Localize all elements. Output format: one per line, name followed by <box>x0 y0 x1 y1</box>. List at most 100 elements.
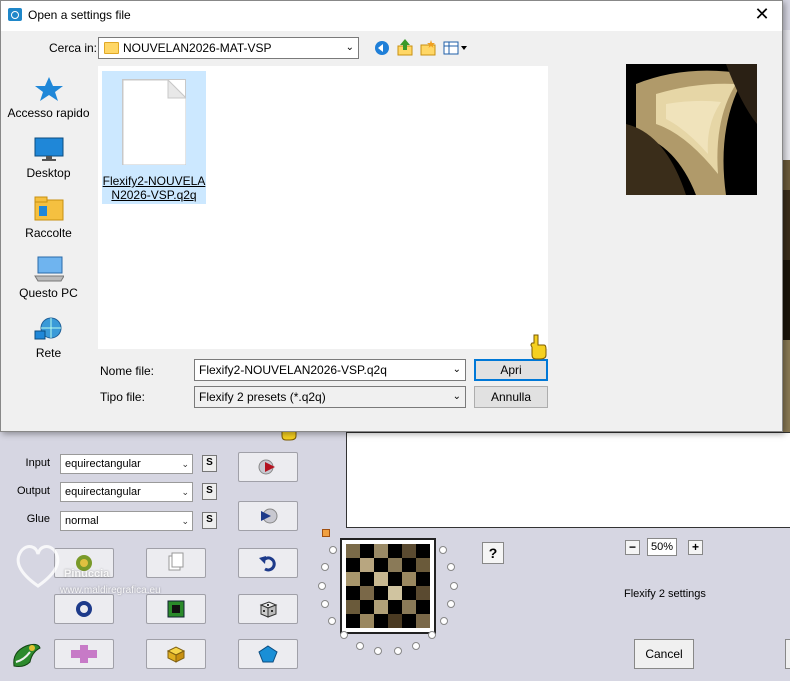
cancel-button[interactable]: Annulla <box>474 386 548 408</box>
lookin-combo[interactable]: NOUVELAN2026-MAT-VSP ⌄ <box>98 37 359 59</box>
lookin-label: Cerca in: <box>49 41 98 55</box>
ring-icon <box>76 601 92 617</box>
dice-icon <box>259 601 278 618</box>
app-cancel-button[interactable]: Cancel <box>634 639 694 669</box>
input-select[interactable]: equirectangular ⌄ <box>60 454 193 474</box>
undo-icon <box>259 556 276 572</box>
undo-button[interactable] <box>238 548 298 578</box>
chevron-down-icon: ⌄ <box>345 42 354 53</box>
frame-icon <box>167 600 185 618</box>
frame-button[interactable] <box>146 594 206 624</box>
navigator-dot[interactable] <box>355 641 364 650</box>
navigator-dot[interactable] <box>320 563 329 572</box>
navigator-dot[interactable] <box>449 581 458 590</box>
glue-label: Glue <box>26 513 50 525</box>
navigator-dot[interactable] <box>439 546 448 555</box>
navigator-dot[interactable] <box>412 641 421 650</box>
copy-icon <box>168 552 184 571</box>
background-image-strip <box>783 260 790 340</box>
open-button[interactable]: Apri <box>474 359 548 381</box>
canvas-panel <box>346 432 790 528</box>
chevron-down-icon: ⌄ <box>181 487 189 497</box>
glue-select[interactable]: normal ⌄ <box>60 511 193 531</box>
plus-pattern-icon <box>71 645 97 663</box>
output-select-value: equirectangular <box>65 486 141 498</box>
randomize-button[interactable] <box>238 594 298 624</box>
new-folder-icon[interactable] <box>420 40 436 56</box>
settings-label: Flexify 2 settings <box>624 588 706 600</box>
computer-icon <box>33 256 65 282</box>
navigator-dot[interactable] <box>447 563 456 572</box>
background-image-strip <box>783 340 790 432</box>
place-label: Raccolte <box>25 226 72 240</box>
glue-select-value: normal <box>65 515 99 527</box>
open-file-dialog: Open a settings file ✕ Cerca in: NOUVELA… <box>0 0 783 432</box>
file-list[interactable]: Flexify2-NOUVELAN2026-VSP.q2q <box>98 66 548 349</box>
place-desktop[interactable]: Desktop <box>5 136 92 180</box>
back-icon[interactable] <box>374 40 390 56</box>
cube-icon <box>166 646 186 663</box>
filetype-value: Flexify 2 presets (*.q2q) <box>199 390 326 404</box>
navigator-dot[interactable] <box>318 581 326 590</box>
filename-value: Flexify2-NOUVELAN2026-VSP.q2q <box>199 363 387 377</box>
chevron-down-icon: ⌄ <box>181 459 189 469</box>
dialog-app-icon <box>8 8 22 21</box>
view-menu-icon[interactable] <box>443 40 469 56</box>
dialog-title: Open a settings file <box>28 8 131 22</box>
ring-button[interactable] <box>54 594 114 624</box>
navigator-dot[interactable] <box>439 617 448 626</box>
save-preset-button[interactable] <box>146 639 206 669</box>
filename-input[interactable]: Flexify2-NOUVELAN2026-VSP.q2q ⌄ <box>194 359 466 381</box>
gem-button[interactable] <box>238 639 298 669</box>
up-folder-icon[interactable] <box>397 39 413 56</box>
star-icon <box>34 76 64 102</box>
hand-pointer-icon <box>528 333 548 360</box>
background-image-strip <box>783 160 790 190</box>
animate-icon <box>261 508 278 524</box>
file-item-selected[interactable]: Flexify2-NOUVELAN2026-VSP.q2q <box>102 71 206 204</box>
preview-marker-icon[interactable] <box>322 529 330 537</box>
places-bar: Accesso rapido Desktop Raccolte Questo P… <box>5 66 92 404</box>
place-label: Questo PC <box>19 286 78 300</box>
title-bar[interactable]: Open a settings file ✕ <box>1 1 782 31</box>
zoom-out-button[interactable]: − <box>625 540 640 555</box>
copy-button[interactable] <box>146 548 206 578</box>
preview-thumbnail[interactable] <box>340 538 436 634</box>
output-label: Output <box>16 485 50 497</box>
navigator-dot[interactable] <box>427 631 436 640</box>
output-s-button[interactable]: S <box>202 483 217 500</box>
libraries-icon <box>34 196 64 222</box>
close-icon[interactable]: ✕ <box>750 3 774 25</box>
navigator-dot[interactable] <box>328 546 337 555</box>
filetype-select[interactable]: Flexify 2 presets (*.q2q) ⌄ <box>194 386 466 408</box>
place-libraries[interactable]: Raccolte <box>5 196 92 240</box>
input-label: Input <box>25 457 50 469</box>
desktop-icon <box>34 136 64 162</box>
place-this-pc[interactable]: Questo PC <box>5 256 92 300</box>
chevron-down-icon: ⌄ <box>452 391 461 402</box>
flexify-logo-icon <box>10 638 42 670</box>
play-preview-button[interactable] <box>238 452 298 482</box>
place-label: Rete <box>35 346 62 360</box>
place-network[interactable]: Rete <box>5 316 92 360</box>
chevron-down-icon: ⌄ <box>181 516 189 526</box>
navigator-dot[interactable] <box>328 617 337 626</box>
navigator-dot[interactable] <box>394 647 403 656</box>
network-icon <box>34 316 64 342</box>
place-quick-access[interactable]: Accesso rapido <box>5 76 92 120</box>
zoom-in-button[interactable]: + <box>688 540 703 555</box>
animate-button[interactable] <box>238 501 298 531</box>
navigator-dot[interactable] <box>320 600 329 609</box>
navigator-dot[interactable] <box>447 600 456 609</box>
navigator-dot[interactable] <box>340 631 349 640</box>
output-select[interactable]: equirectangular ⌄ <box>60 482 193 502</box>
ok-button-edge[interactable] <box>785 639 790 669</box>
filters-button[interactable] <box>54 548 114 578</box>
add-button[interactable] <box>54 639 114 669</box>
play-icon <box>258 459 275 475</box>
help-button[interactable]: ? <box>482 542 504 564</box>
glue-s-button[interactable]: S <box>202 512 217 529</box>
input-s-button[interactable]: S <box>202 455 217 472</box>
filetype-label: Tipo file: <box>100 390 145 404</box>
navigator-dot[interactable] <box>373 647 382 656</box>
